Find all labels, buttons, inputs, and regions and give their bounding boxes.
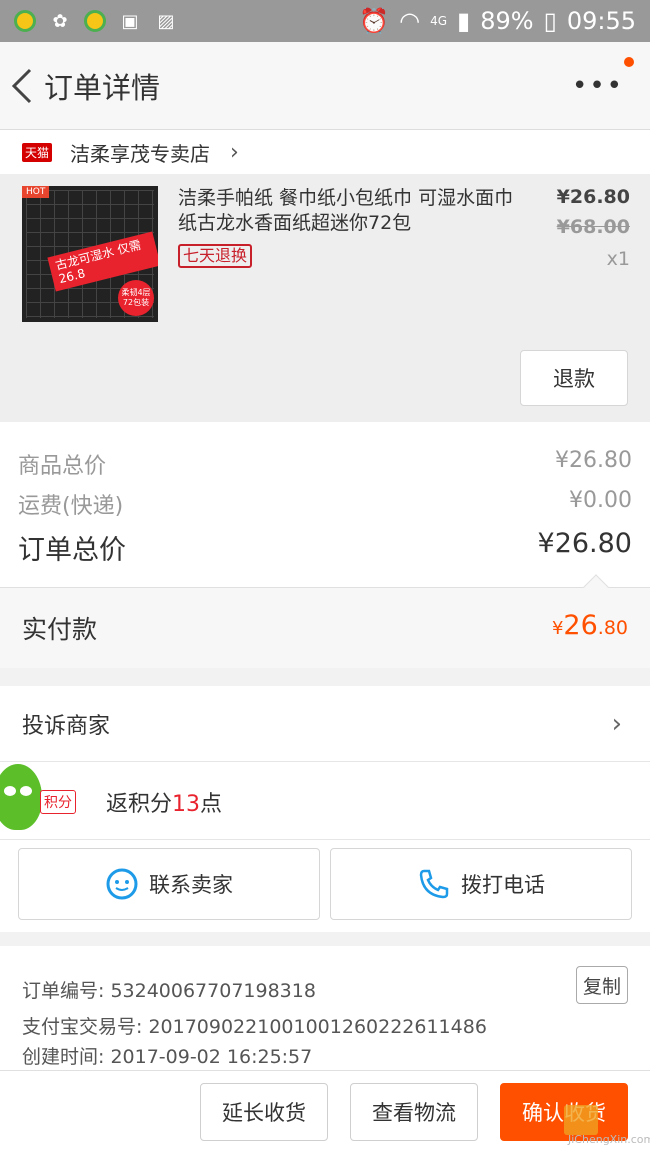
mascot-icon (0, 764, 42, 830)
clock: 09:55 (566, 7, 636, 35)
back-arrow-icon (11, 68, 32, 103)
order-number: 订单编号: 53240067707198318 (22, 980, 316, 1002)
complaint-row[interactable]: 投诉商家 › (0, 686, 650, 762)
product-name: 洁柔手帕纸 餐巾纸小包纸巾 可湿水面巾纸古龙水香面纸超迷你72包 (178, 187, 514, 234)
product-thumbnail[interactable]: HOT 古龙可湿水 仅需26.8 柔韧4层 72包装 (22, 186, 158, 322)
alipay-number: 支付宝交易号: 2017090221001001260222611486 (22, 1016, 487, 1038)
goods-total-label: 商品总价 (18, 454, 107, 479)
order-total-label: 订单总价 (18, 535, 126, 566)
seven-day-return-tag: 七天退换 (178, 244, 253, 268)
chevron-right-icon: › (230, 139, 239, 165)
scan-icon: ▣ (121, 10, 139, 32)
page-title: 订单详情 (44, 70, 161, 105)
extend-receipt-button[interactable]: 延长收货 (200, 1083, 328, 1141)
price-summary: 商品总价 ¥26.80 运费(快递) ¥0.00 订单总价 ¥26.80 (0, 422, 650, 588)
created-time: 创建时间: 2017-09-02 16:25:57 (22, 1046, 313, 1068)
order-total-value: ¥26.80 (537, 528, 632, 559)
order-total-row: 订单总价 ¥26.80 (18, 528, 632, 567)
network-type: 4G (430, 14, 448, 28)
back-button[interactable] (2, 42, 42, 130)
paid-amount-row: 实付款 ¥26.80 (0, 574, 650, 668)
chat-bubble-icon (106, 868, 138, 900)
tmall-badge: 天猫 (22, 142, 53, 162)
flower-icon: ✿ (52, 10, 68, 32)
pack-badge: 柔韧4层 72包装 (118, 280, 154, 316)
shop-row[interactable]: 天猫 洁柔享茂专卖店 › (0, 130, 650, 174)
goods-total-row: 商品总价 ¥26.80 (18, 448, 632, 480)
contact-seller-button[interactable]: 联系卖家 (18, 848, 320, 920)
contact-seller-label: 联系卖家 (149, 873, 233, 897)
wifi-icon: ◠ (399, 7, 421, 35)
battery-icon: ▯ (543, 7, 557, 35)
call-phone-button[interactable]: 拨打电话 (330, 848, 632, 920)
image-icon: ▨ (157, 10, 175, 32)
points-row: 积分 返积分13点 (0, 762, 650, 840)
refund-button[interactable]: 退款 (520, 350, 628, 406)
app-icon (84, 10, 106, 32)
points-badge: 积分 (40, 790, 76, 814)
points-text: 返积分13点 (106, 792, 223, 817)
contact-actions: 联系卖家 拨打电话 (0, 840, 650, 932)
header: 订单详情 ••• (0, 42, 650, 130)
complaint-label: 投诉商家 (22, 713, 111, 739)
confirm-receipt-button[interactable]: 确认收货 (500, 1083, 628, 1141)
app-icon (14, 10, 36, 32)
bottom-action-bar: 延长收货 查看物流 确认收货 JiChengXin.com (0, 1070, 650, 1155)
original-price: ¥68.00 (556, 216, 630, 238)
alarm-icon: ⏰ (359, 7, 390, 35)
hot-label: HOT (22, 186, 50, 198)
product-item[interactable]: HOT 古龙可湿水 仅需26.8 柔韧4层 72包装 洁柔手帕纸 餐巾纸小包纸巾… (0, 174, 650, 422)
order-info: 订单编号: 53240067707198318 复制 支付宝交易号: 20170… (0, 946, 650, 1070)
notification-dot (624, 56, 634, 67)
shipping-row: 运费(快递) ¥0.00 (18, 488, 632, 520)
product-price: ¥26.80 (556, 186, 630, 208)
goods-total-value: ¥26.80 (555, 448, 632, 473)
signal-icon: ▮ (457, 7, 471, 35)
phone-icon (419, 869, 449, 899)
call-phone-label: 拨打电话 (461, 873, 545, 897)
more-icon: ••• (571, 70, 624, 101)
more-menu-button[interactable]: ••• (571, 56, 634, 101)
shipping-label: 运费(快递) (18, 494, 124, 519)
quantity: x1 (606, 248, 630, 270)
shop-name: 洁柔享茂专卖店 (70, 141, 211, 166)
paid-value: ¥26.80 (551, 610, 628, 641)
paid-label: 实付款 (22, 615, 98, 644)
view-logistics-button[interactable]: 查看物流 (350, 1083, 478, 1141)
shipping-value: ¥0.00 (569, 488, 632, 513)
battery-percent: 89% (480, 7, 534, 35)
status-bar: ✿ ▣ ▨ ⏰ ◠ 4G ▮ 89% ▯ 09:55 (0, 0, 650, 42)
chevron-right-icon: › (611, 708, 622, 739)
copy-button[interactable]: 复制 (576, 966, 628, 1004)
